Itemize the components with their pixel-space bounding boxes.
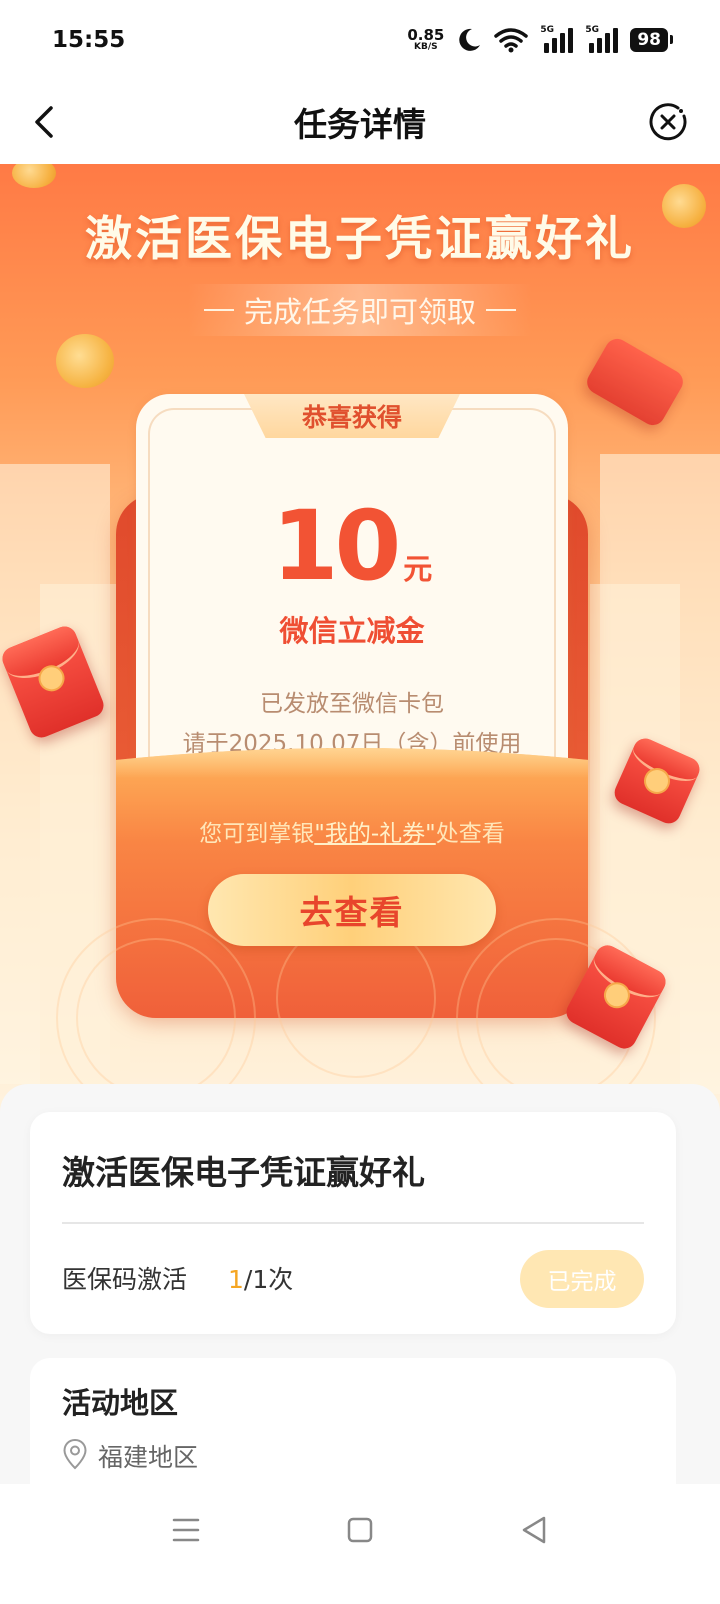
home-square-icon[interactable] (338, 1508, 382, 1552)
page-title: 任务详情 (294, 105, 426, 144)
reward-amount-unit: 元 (403, 552, 433, 586)
close-circle-icon[interactable] (648, 102, 688, 142)
reward-note-line1: 已发放至微信卡包 (260, 691, 444, 717)
battery-icon: 98 (630, 28, 673, 52)
coin-decoration (12, 164, 56, 188)
nav-bar: 任务详情 (0, 80, 720, 164)
signal-label: 5G (540, 25, 554, 35)
moon-icon (459, 28, 481, 51)
completed-button-label: 已完成 (547, 1269, 617, 1295)
divider-dash (203, 309, 234, 311)
task-item-name: 医保码激活 (62, 1265, 188, 1294)
region-name: 福建地区 (98, 1443, 199, 1472)
coin-decoration (56, 334, 114, 388)
hero-banner: 激活医保电子凭证赢好礼 完成任务即可领取 恭喜获得 10 元 微信立减金 已发放… (0, 164, 720, 1124)
region-card: 活动地区 福建地区 (30, 1358, 676, 1498)
task-progress: 1/1次 (228, 1260, 293, 1296)
reward-tab: 恭喜获得 (244, 394, 460, 438)
task-progress-done: 1 (228, 1265, 244, 1294)
view-button-label: 去查看 (299, 893, 405, 932)
view-hint: 您可到掌银"我的-礼券"处查看 (116, 814, 588, 848)
task-card: 激活医保电子凭证赢好礼 医保码激活 1/1次 已完成 (30, 1112, 676, 1334)
task-title: 激活医保电子凭证赢好礼 (62, 1153, 425, 1192)
hero-subtitle-wrap: 完成任务即可领取 (188, 284, 532, 336)
chevron-left-icon[interactable] (26, 102, 66, 142)
completed-button[interactable]: 已完成 (520, 1250, 644, 1308)
system-nav-bar (0, 1484, 720, 1604)
status-time: 15:55 (52, 27, 126, 53)
menu-icon[interactable] (164, 1508, 208, 1552)
back-triangle-icon[interactable] (512, 1508, 556, 1552)
wifi-icon (494, 28, 529, 53)
reward-card: 恭喜获得 10 元 微信立减金 已发放至微信卡包 请于2025.10.07日（含… (56, 394, 656, 1118)
status-bar: 15:55 0.85 KB/S 5G 5G 98 (0, 0, 720, 80)
region-title: 活动地区 (62, 1386, 179, 1420)
status-icons: 0.85 KB/S 5G 5G 98 (407, 25, 673, 53)
reward-tab-label: 恭喜获得 (301, 403, 402, 432)
my-coupons-link[interactable]: "我的-礼券" (314, 821, 435, 847)
divider-dash (486, 309, 516, 311)
view-button[interactable]: 去查看 (208, 874, 496, 946)
net-speed-value: 0.85 (407, 26, 445, 44)
hero-title: 激活医保电子凭证赢好礼 (85, 212, 635, 267)
reward-name: 微信立减金 (279, 614, 425, 648)
reward-amount-value: 10 (271, 490, 402, 602)
divider (62, 1222, 644, 1224)
signal-icon: 5G (540, 25, 574, 53)
net-speed: 0.85 KB/S (407, 28, 444, 52)
net-speed-unit: KB/S (414, 42, 438, 52)
hero-subtitle: 完成任务即可领取 (243, 295, 476, 329)
reward-amount: 10 元 (116, 498, 588, 594)
signal-icon: 5G (585, 25, 619, 53)
location-pin-icon (63, 1438, 87, 1470)
view-hint-suffix: 处查看 (435, 821, 505, 847)
task-progress-total: /1次 (243, 1265, 294, 1294)
signal-label: 5G (585, 25, 599, 35)
view-hint-prefix: 您可到掌银 (199, 821, 315, 847)
red-envelope-decoration (582, 334, 688, 430)
